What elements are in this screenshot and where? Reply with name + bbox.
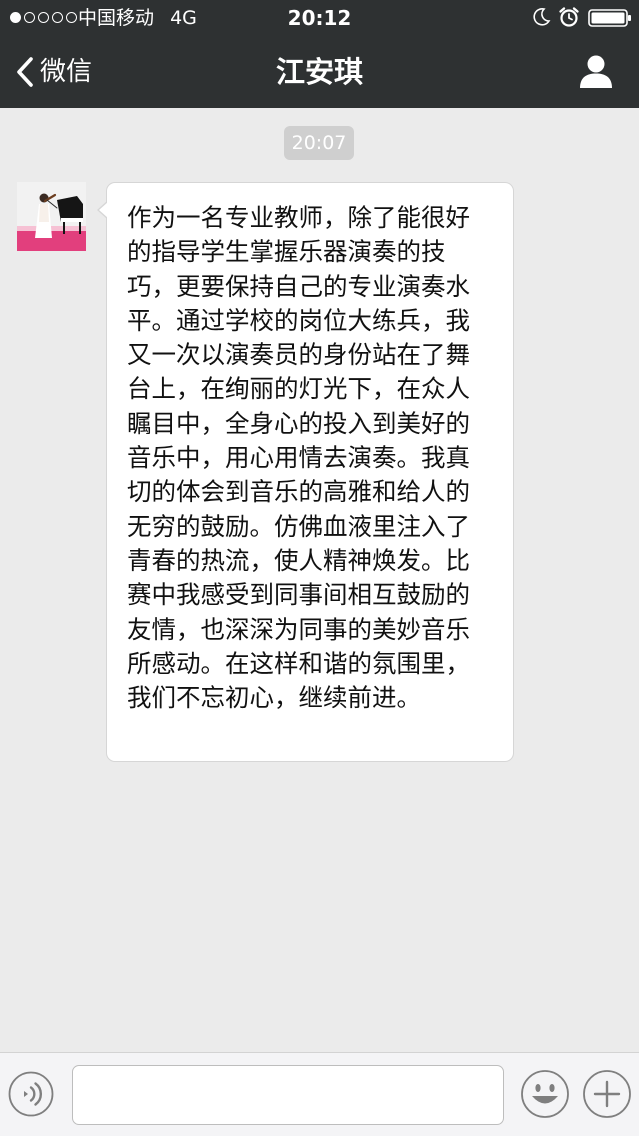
voice-icon — [8, 1071, 54, 1117]
avatar-photo — [17, 182, 86, 251]
moon-icon — [533, 8, 551, 26]
input-bar — [0, 1052, 639, 1136]
chat-title: 江安琪 — [275, 55, 363, 89]
message-timestamp: 20:07 — [284, 126, 354, 160]
profile-icon — [580, 55, 612, 88]
avatar[interactable] — [17, 182, 86, 251]
top-bar: 中国移动 4G 20:12 微信 江安琪 — [0, 0, 639, 108]
status-bar: 中国移动 4G 20:12 — [0, 0, 639, 36]
voice-button[interactable] — [8, 1071, 54, 1117]
nav-bar: 微信 江安琪 — [0, 36, 639, 108]
bubble-tail-fill — [99, 202, 108, 218]
message-input[interactable] — [72, 1065, 504, 1125]
chat-area[interactable]: 20:07 作为一名专业教师，除了能很好的指导学生掌握乐器演奏的技巧，更要保持自… — [0, 108, 639, 1052]
battery-icon — [588, 9, 631, 27]
more-button[interactable] — [582, 1069, 632, 1119]
emoji-button[interactable] — [520, 1069, 570, 1119]
plus-icon — [583, 1070, 631, 1118]
message-bubble[interactable]: 作为一名专业教师，除了能很好的指导学生掌握乐器演奏的技巧，更要保持自己的专业演奏… — [97, 182, 514, 762]
profile-button[interactable] — [574, 52, 618, 92]
message-text: 作为一名专业教师，除了能很好的指导学生掌握乐器演奏的技巧，更要保持自己的专业演奏… — [127, 203, 470, 713]
alarm-icon — [559, 7, 579, 27]
emoji-icon — [521, 1070, 569, 1118]
